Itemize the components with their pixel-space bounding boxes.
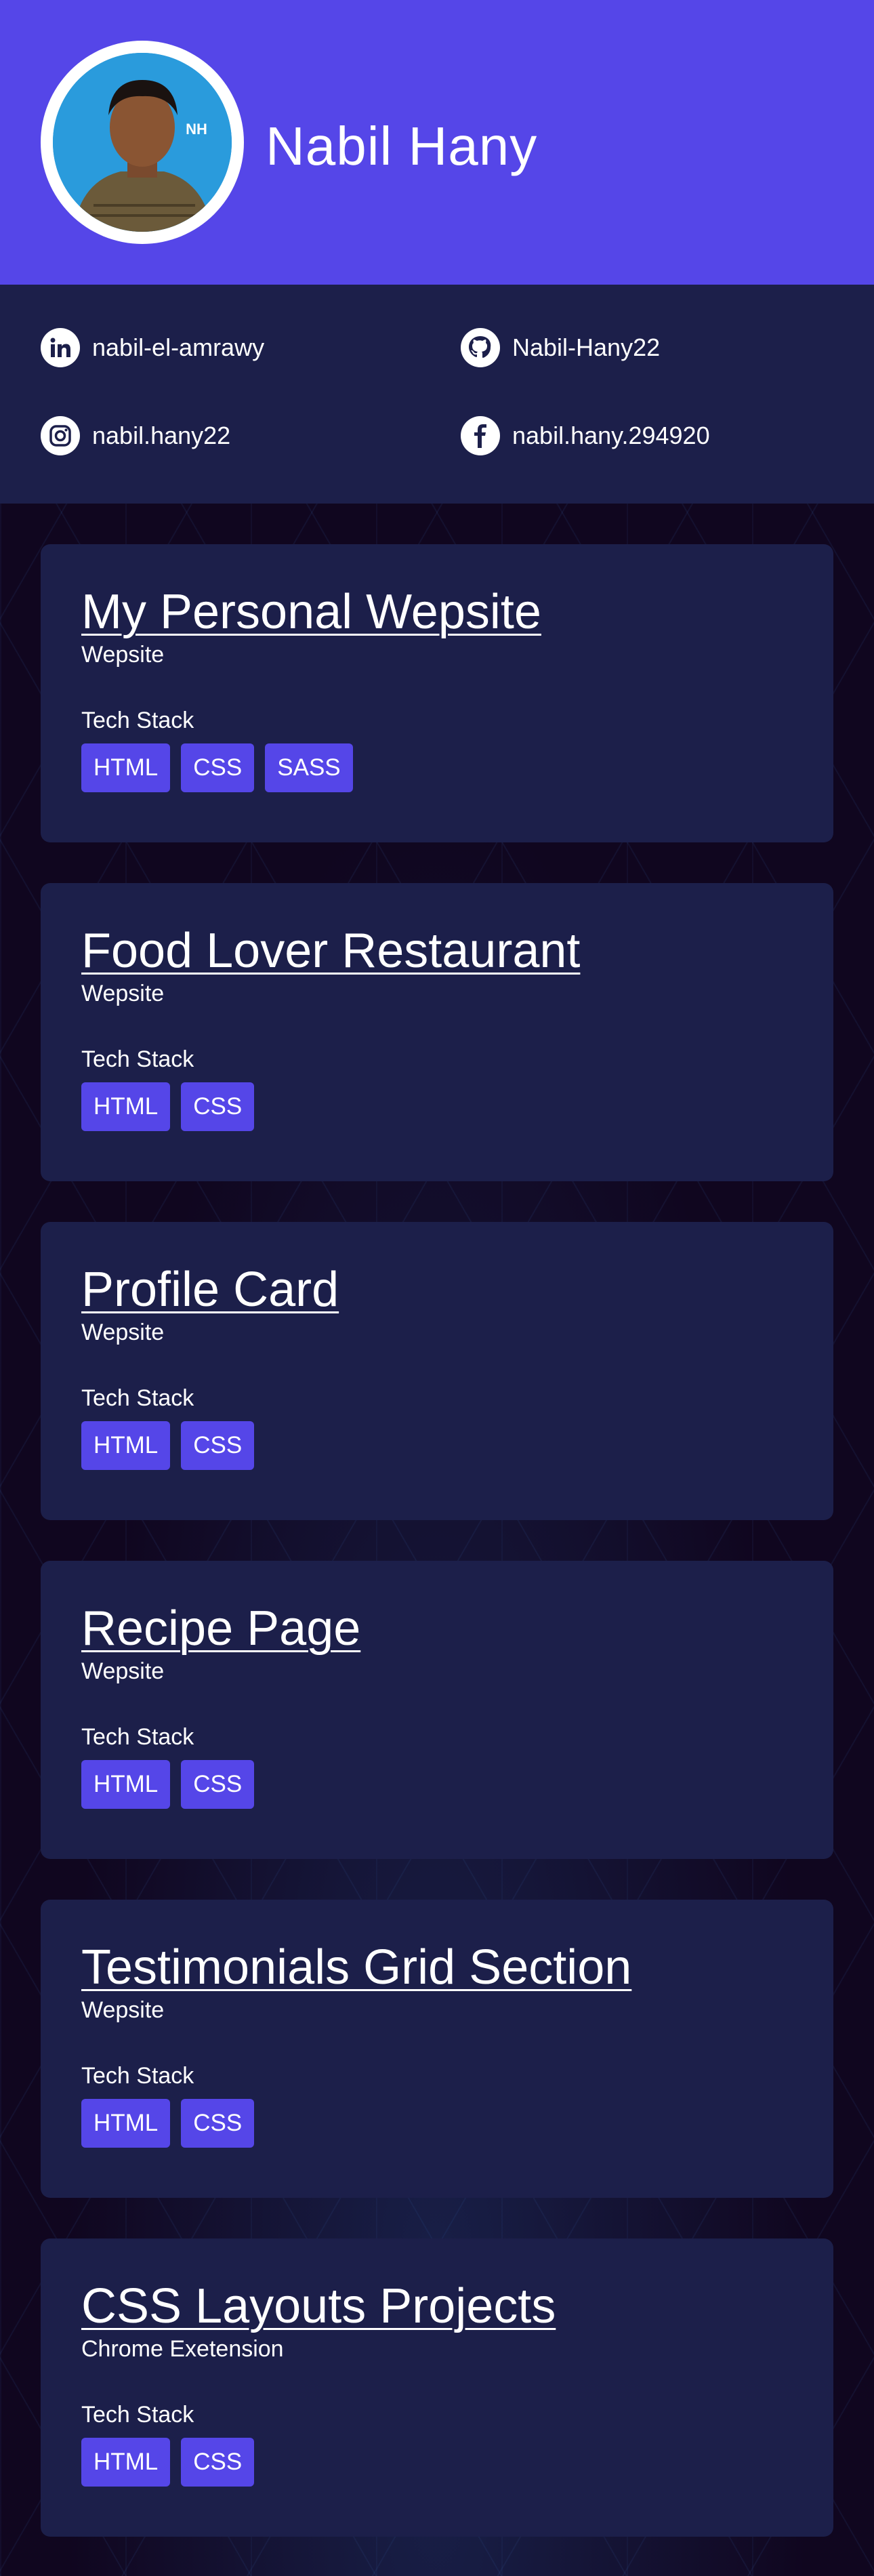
social-links: nabil-el-amrawy Nabil-Hany22 nabil.hany2… [0, 285, 874, 504]
tech-stack-label: Tech Stack [81, 1385, 194, 1411]
tech-tag: CSS [181, 1082, 255, 1131]
facebook-link[interactable]: nabil.hany.294920 [461, 416, 710, 455]
tech-tags: HTML CSS [81, 2438, 793, 2487]
tech-stack-label: Tech Stack [81, 1046, 194, 1072]
facebook-label: nabil.hany.294920 [512, 422, 710, 449]
tech-tag: HTML [81, 1421, 171, 1470]
tech-tags: HTML CSS [81, 2099, 793, 2148]
tech-tag: HTML [81, 2099, 171, 2148]
tech-tag: HTML [81, 743, 171, 792]
github-link[interactable]: Nabil-Hany22 [461, 328, 660, 367]
tech-tag: CSS [181, 2438, 255, 2487]
tech-tags: HTML CSS [81, 1760, 793, 1809]
linkedin-link[interactable]: nabil-el-amrawy [41, 328, 264, 367]
project-card: Recipe Page Wepsite Tech Stack HTML CSS [41, 1561, 833, 1859]
tech-tags: HTML CSS SASS [81, 743, 793, 792]
linkedin-label: nabil-el-amrawy [92, 333, 265, 361]
tech-tags: HTML CSS [81, 1421, 793, 1470]
project-card: Food Lover Restaurant Wepsite Tech Stack… [41, 883, 833, 1181]
tech-stack-label: Tech Stack [81, 708, 194, 733]
tech-tag: HTML [81, 1760, 171, 1809]
project-type: Wepsite [81, 1320, 165, 1345]
tech-stack-label: Tech Stack [81, 1724, 194, 1750]
project-type: Wepsite [81, 981, 165, 1006]
tech-tag: SASS [265, 743, 353, 792]
tech-tag: HTML [81, 2438, 171, 2487]
facebook-icon [461, 416, 500, 455]
tech-tags: HTML CSS [81, 1082, 793, 1131]
project-title-link[interactable]: Recipe Page [81, 1601, 360, 1656]
instagram-label: nabil.hany22 [92, 422, 231, 449]
tech-stack-label: Tech Stack [81, 2402, 194, 2428]
project-card: Testimonials Grid Section Wepsite Tech S… [41, 1900, 833, 2198]
project-card: CSS Layouts Projects Chrome Exetension T… [41, 2238, 833, 2537]
project-title-link[interactable]: CSS Layouts Projects [81, 2279, 556, 2333]
instagram-icon [41, 416, 80, 455]
project-type: Wepsite [81, 1997, 165, 2023]
instagram-link[interactable]: nabil.hany22 [41, 416, 230, 455]
avatar-photo: NH [53, 53, 232, 232]
github-icon [461, 328, 500, 367]
tech-tag: CSS [181, 1760, 255, 1809]
github-label: Nabil-Hany22 [512, 333, 661, 361]
project-title-link[interactable]: My Personal Wepsite [81, 585, 541, 639]
profile-header: NH Nabil Hany [0, 0, 874, 285]
project-type: Wepsite [81, 642, 165, 668]
project-type: Wepsite [81, 1658, 165, 1684]
page-title: Nabil Hany [266, 116, 538, 176]
tech-tag: CSS [181, 1421, 255, 1470]
project-card: Profile Card Wepsite Tech Stack HTML CSS [41, 1222, 833, 1520]
avatar: NH [41, 41, 244, 244]
project-card: My Personal Wepsite Wepsite Tech Stack H… [41, 544, 833, 842]
project-title-link[interactable]: Profile Card [81, 1263, 339, 1317]
avatar-logo-text: NH [186, 121, 207, 138]
linkedin-icon [41, 328, 80, 367]
tech-tag: CSS [181, 2099, 255, 2148]
tech-tag: CSS [181, 743, 255, 792]
project-type: Chrome Exetension [81, 2336, 284, 2362]
project-title-link[interactable]: Testimonials Grid Section [81, 1940, 631, 1995]
tech-stack-label: Tech Stack [81, 2063, 194, 2089]
tech-tag: HTML [81, 1082, 171, 1131]
project-title-link[interactable]: Food Lover Restaurant [81, 924, 580, 978]
